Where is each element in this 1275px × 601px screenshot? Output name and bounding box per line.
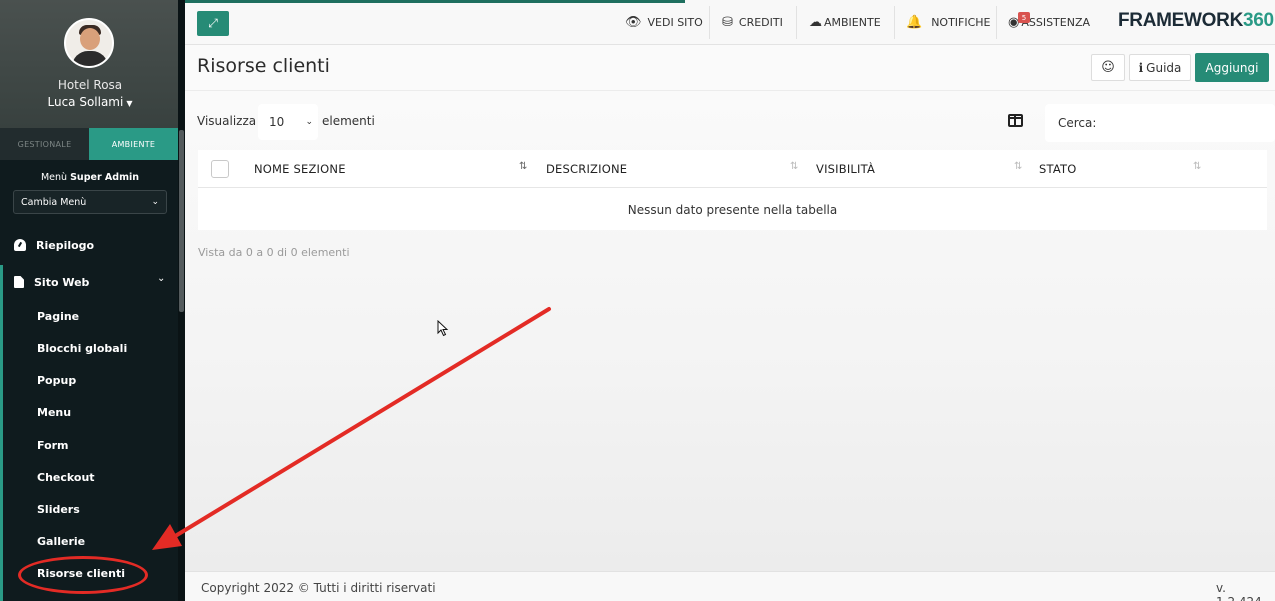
- columns-icon[interactable]: [1008, 114, 1023, 127]
- support-badge: 5: [1018, 12, 1030, 23]
- file-icon: [14, 276, 24, 288]
- empty-message: Nessun dato presente nella tabella: [627, 203, 838, 217]
- support-label: ASSISTENZA: [1021, 16, 1091, 29]
- credits-label: CREDITI: [738, 16, 783, 29]
- select-all-checkbox[interactable]: [211, 160, 229, 178]
- active-section-indicator: [0, 265, 3, 601]
- avatar-face: [80, 28, 100, 50]
- hotel-name: Hotel Rosa: [57, 78, 123, 92]
- dashboard-icon: [14, 239, 26, 251]
- chevron-down-icon: ⌄: [305, 117, 313, 127]
- elements-label: elementi: [322, 114, 375, 128]
- chevron-down-icon[interactable]: ⌄: [157, 273, 165, 284]
- guide-label: Guida: [1146, 60, 1182, 75]
- menu-role: Super Admin: [70, 172, 140, 183]
- environment-label: AMBIENTE: [824, 16, 881, 29]
- view-site-link[interactable]: 👁 VEDI SITO: [625, 0, 703, 45]
- fullscreen-button[interactable]: ⤢: [197, 11, 229, 36]
- user-name: Luca Sollami: [47, 95, 124, 109]
- table-row: Nessun dato presente nella tabella: [198, 188, 1267, 230]
- brand-number: 360: [1243, 10, 1274, 31]
- divider: [796, 6, 797, 39]
- sort-icon[interactable]: ⇅: [1014, 161, 1022, 172]
- sort-icon[interactable]: ⇅: [790, 161, 798, 172]
- add-button[interactable]: Aggiungi: [1195, 53, 1269, 82]
- environment-link[interactable]: ☁ AMBIENTE: [809, 0, 881, 45]
- sidebar-item-form[interactable]: Form: [37, 439, 69, 452]
- column-stato[interactable]: STATO: [1039, 162, 1076, 176]
- divider: [894, 6, 895, 39]
- sidebar-item-riepilogo[interactable]: Riepilogo: [14, 235, 94, 255]
- bell-icon: 🔔: [906, 15, 923, 30]
- loading-bar: [185, 0, 685, 3]
- eye-icon: 👁: [625, 15, 642, 30]
- sidebar-item-label: Sito Web: [34, 275, 90, 289]
- sidebar-item-checkout[interactable]: Checkout: [37, 471, 95, 484]
- caret-down-icon: ▼: [126, 99, 133, 108]
- avatar-body: [72, 51, 108, 66]
- notifications-link[interactable]: 🔔 NOTIFICHE: [906, 0, 991, 45]
- divider: [709, 6, 710, 39]
- credits-link[interactable]: ⛁ CREDITI: [722, 0, 783, 45]
- highlight-ellipse: [18, 556, 148, 594]
- column-descrizione[interactable]: DESCRIZIONE: [546, 162, 627, 176]
- column-visibilita[interactable]: VISIBILITÀ: [816, 162, 875, 176]
- profile-panel: Hotel Rosa Luca Sollami ▼: [0, 0, 185, 128]
- page-title: Risorse clienti: [197, 55, 330, 77]
- copyright-text: Copyright 2022 © Tutti i diritti riserva…: [201, 581, 436, 595]
- menu-heading: Menù Super Admin: [0, 172, 180, 183]
- sidebar-item-menu[interactable]: Menu: [37, 406, 71, 419]
- chevron-down-icon: ⌄: [151, 197, 159, 207]
- mouse-cursor-icon: [437, 320, 449, 337]
- search-input[interactable]: [1107, 106, 1272, 140]
- sidebar-item-popup[interactable]: Popup: [37, 374, 76, 387]
- change-menu-select[interactable]: Cambia Menù ⌄: [13, 190, 167, 214]
- brand-logo[interactable]: FRAMEWORK360: [1118, 10, 1274, 32]
- sidebar-scrollbar-thumb[interactable]: [179, 130, 184, 312]
- sidebar-item-gallerie[interactable]: Gallerie: [37, 535, 85, 548]
- page-size-value: 10: [269, 115, 285, 129]
- cloud-icon: ☁: [809, 15, 822, 30]
- version-text: v. 1.2.424: [1216, 581, 1262, 601]
- sidebar-tabs: GESTIONALE AMBIENTE: [0, 128, 178, 160]
- sidebar-item-sliders[interactable]: Sliders: [37, 503, 80, 516]
- sort-icon[interactable]: ⇅: [1193, 161, 1201, 172]
- notifications-label: NOTIFICHE: [931, 16, 991, 29]
- change-menu-label: Cambia Menù: [21, 196, 87, 208]
- coins-icon: ⛁: [722, 15, 733, 30]
- table-info: Vista da 0 a 0 di 0 elementi: [198, 246, 350, 259]
- divider: [996, 6, 997, 39]
- sidebar-item-sito-web[interactable]: Sito Web: [14, 272, 89, 292]
- menu-heading-prefix: Menù: [40, 172, 71, 183]
- brand-text: FRAMEWORK: [1118, 10, 1244, 31]
- show-label: Visualizza: [197, 114, 257, 128]
- sort-icon[interactable]: ⇅: [519, 161, 527, 172]
- user-menu[interactable]: Luca Sollami ▼: [0, 95, 180, 109]
- view-site-label: VEDI SITO: [647, 16, 703, 29]
- sidebar-item-pagine[interactable]: Pagine: [37, 310, 79, 323]
- sidebar-item-label: Riepilogo: [36, 238, 95, 252]
- page-size-select[interactable]: 10 ⌄: [258, 104, 318, 140]
- search-label: Cerca:: [1058, 116, 1097, 130]
- tab-ambiente[interactable]: AMBIENTE: [89, 128, 178, 160]
- guide-button[interactable]: i Guida: [1129, 54, 1191, 81]
- avatar[interactable]: [64, 18, 114, 68]
- table-header: [198, 150, 1267, 188]
- column-nome-sezione[interactable]: NOME SEZIONE: [254, 162, 346, 176]
- tab-gestionale[interactable]: GESTIONALE: [0, 128, 89, 160]
- feedback-button[interactable]: ☺: [1091, 54, 1125, 81]
- sidebar: Hotel Rosa Luca Sollami ▼ GESTIONALE AMBI…: [0, 0, 185, 601]
- expand-icon: ⤢: [208, 16, 218, 30]
- sidebar-item-blocchi-globali[interactable]: Blocchi globali: [37, 342, 127, 355]
- info-icon: i: [1138, 60, 1144, 75]
- smile-icon: ☺: [1101, 60, 1115, 75]
